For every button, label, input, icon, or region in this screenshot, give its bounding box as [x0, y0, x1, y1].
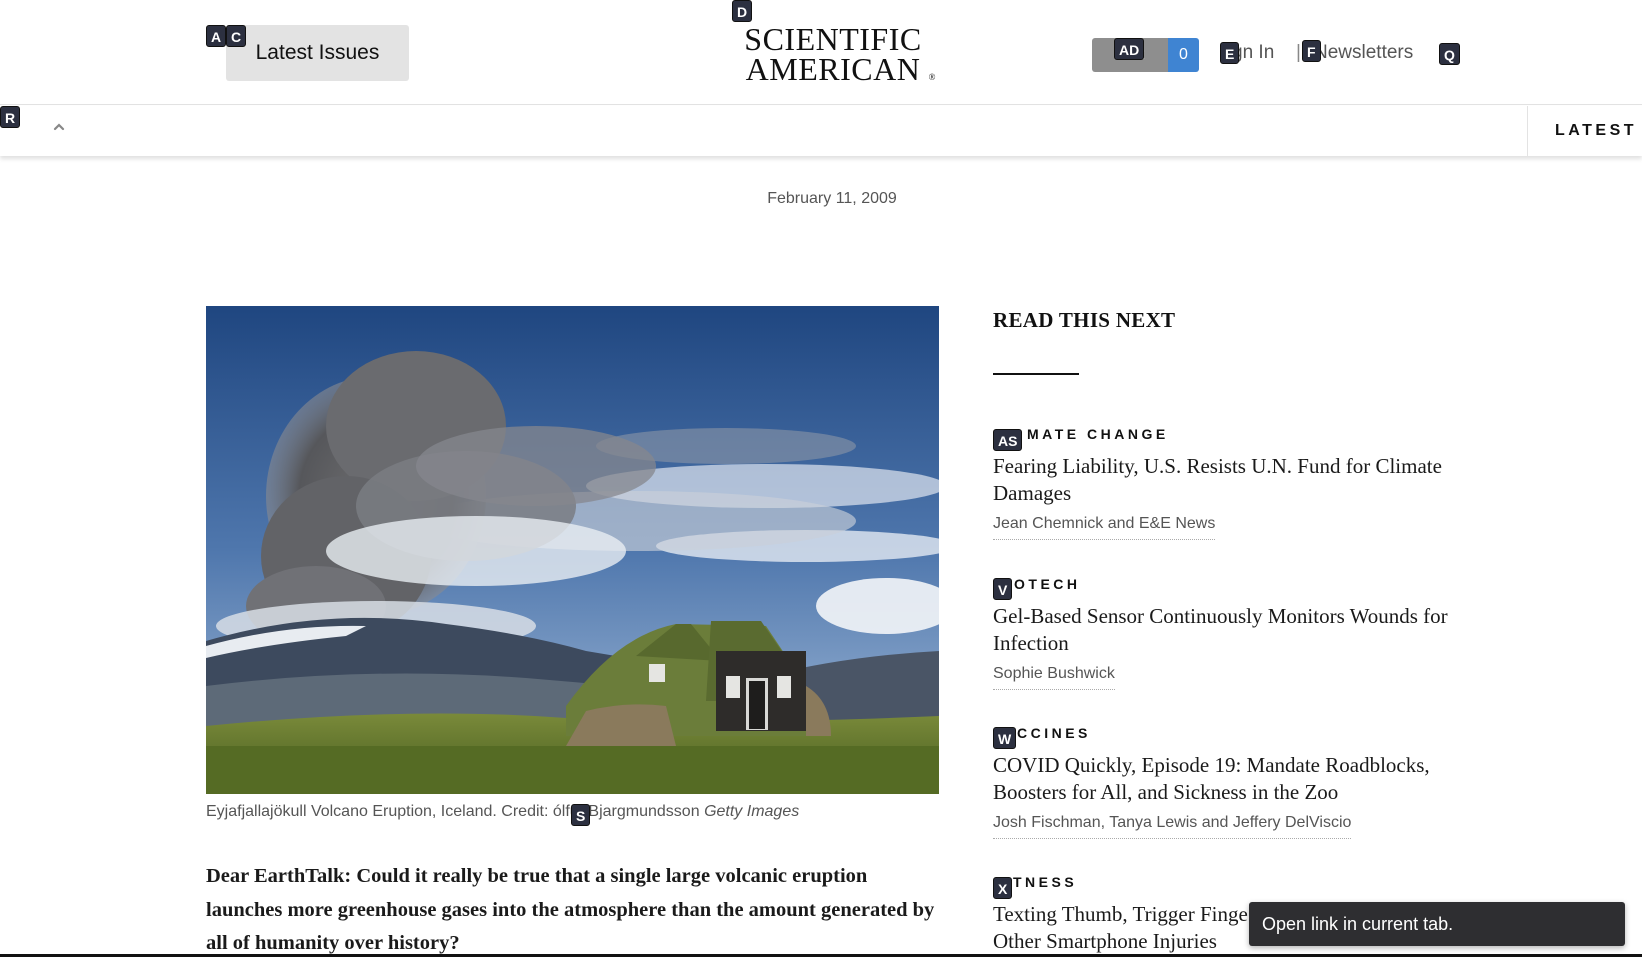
link-tooltip: Open link in current tab.	[1249, 902, 1625, 946]
logo-line-2: AMERICAN	[745, 51, 921, 87]
chevron-up-icon[interactable]	[52, 120, 66, 134]
story-card: CCINES COVID Quickly, Episode 19: Mandat…	[993, 725, 1453, 839]
volcano-photo	[206, 306, 939, 794]
article-lede: Dear EarthTalk: Could it really be true …	[206, 865, 935, 954]
hint-badge-ad[interactable]: AD	[1114, 38, 1145, 60]
story-author: Josh Fischman, Tanya Lewis and Jeffery D…	[993, 814, 1352, 839]
read-this-next-heading: READ THIS NEXT	[993, 308, 1176, 332]
caption-agency: Getty Images	[704, 803, 800, 820]
image-caption: Eyjafjallajökull Volcano Eruption, Icela…	[206, 803, 799, 821]
story-title-link[interactable]: Fearing Liability, U.S. Resists U.N. Fun…	[993, 453, 1453, 507]
logo-line-1: SCIENTIFIC	[744, 21, 922, 57]
hint-badge-x[interactable]: X	[993, 877, 1013, 899]
hint-badge-q[interactable]: Q	[1439, 43, 1460, 65]
publish-date: February 11, 2009	[767, 190, 897, 207]
story-category-link[interactable]: MATE CHANGE	[993, 426, 1453, 448]
hero-image[interactable]	[206, 306, 939, 794]
story-title-link[interactable]: Gel-Based Sensor Continuously Monitors W…	[993, 603, 1453, 657]
header-separator: |	[1296, 42, 1301, 63]
story-author: Sophie Bushwick	[993, 665, 1115, 690]
hint-badge-a[interactable]: A	[206, 25, 227, 47]
section-nav-bar: LATEST	[0, 106, 1642, 156]
story-card: MATE CHANGE Fearing Liability, U.S. Resi…	[993, 426, 1453, 540]
hint-badge-w[interactable]: W	[993, 727, 1017, 749]
site-logo[interactable]: SCIENTIFIC AMERICAN ®	[732, 21, 936, 87]
story-category-link[interactable]: OTECH	[993, 576, 1453, 598]
story-title-link[interactable]: COVID Quickly, Episode 19: Mandate Roadb…	[993, 752, 1453, 806]
story-title-line-2: Other Smartphone Injuries	[993, 929, 1217, 953]
hint-badge-as[interactable]: AS	[993, 429, 1023, 451]
hint-badge-d[interactable]: D	[732, 0, 753, 22]
hint-badge-v[interactable]: V	[993, 578, 1013, 600]
cart-count-badge: 0	[1168, 38, 1199, 72]
registered-mark: ®	[928, 72, 936, 82]
story-title-line-1: Texting Thumb, Trigger Finge	[993, 902, 1248, 926]
heading-underline	[993, 373, 1079, 375]
latest-issues-button[interactable]: Latest Issues	[226, 25, 409, 81]
hint-badge-s[interactable]: S	[571, 804, 591, 826]
hint-badge-e[interactable]: E	[1220, 42, 1240, 64]
story-category-link[interactable]: TNESS	[993, 874, 1453, 896]
story-card: OTECH Gel-Based Sensor Continuously Moni…	[993, 576, 1453, 690]
story-author: Jean Chemnick and E&E News	[993, 515, 1216, 540]
nav-latest-link[interactable]: LATEST	[1527, 106, 1637, 156]
site-header: Latest Issues SCIENTIFIC AMERICAN ® t 0 …	[0, 0, 1642, 105]
newsletters-link[interactable]: Newsletters	[1314, 42, 1413, 64]
story-category-link[interactable]: CCINES	[993, 725, 1453, 747]
caption-text: Eyjafjallajökull Volcano Eruption, Icela…	[206, 803, 553, 820]
hint-badge-r[interactable]: R	[0, 106, 21, 128]
hint-badge-c[interactable]: C	[226, 25, 247, 47]
cart-button[interactable]: t 0	[1092, 38, 1199, 72]
hint-badge-f[interactable]: F	[1302, 40, 1321, 62]
